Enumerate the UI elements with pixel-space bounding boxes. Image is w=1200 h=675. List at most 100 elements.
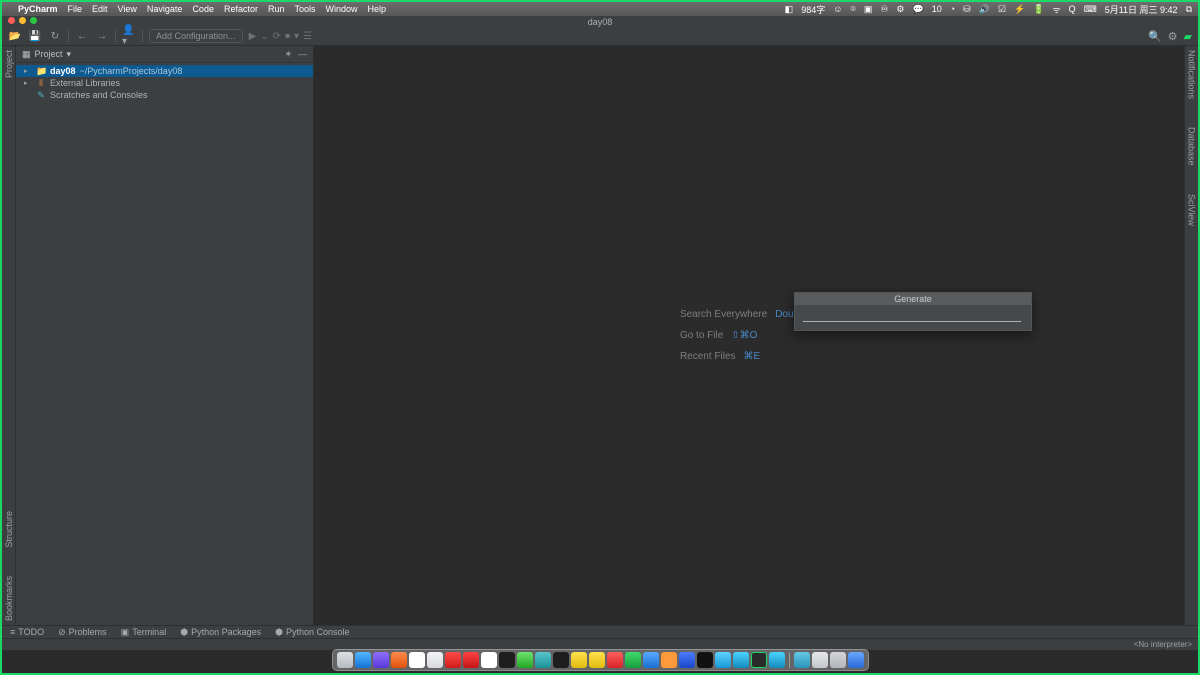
dock-app-terminal[interactable] [553, 652, 569, 668]
dock-app[interactable] [463, 652, 479, 668]
status-icon[interactable]: ⌾ [850, 4, 855, 15]
menu-run[interactable]: Run [268, 4, 285, 14]
control-center-icon[interactable]: ⧉ [1186, 4, 1192, 15]
save-icon[interactable]: 💾 [28, 29, 42, 43]
volume-icon[interactable]: 🔊 [979, 4, 990, 15]
tool-tab-structure[interactable]: Structure [4, 511, 14, 548]
nav-back-icon[interactable]: ← [75, 29, 89, 43]
dock-app-trash[interactable] [848, 652, 864, 668]
run-icon[interactable]: ▶ [249, 31, 257, 42]
nav-forward-icon[interactable]: → [95, 29, 109, 43]
tab-python-console[interactable]: ⬢Python Console [275, 627, 349, 638]
dock-app[interactable] [427, 652, 443, 668]
generate-search-input[interactable] [803, 320, 1021, 322]
tab-todo[interactable]: ≡TODO [10, 627, 44, 637]
expand-icon[interactable]: ▸ [24, 79, 32, 87]
status-icon[interactable]: ♾ [880, 4, 888, 15]
dock-app-sublime[interactable] [661, 652, 677, 668]
menu-code[interactable]: Code [192, 4, 214, 14]
spotlight-icon[interactable]: Q [1069, 4, 1076, 14]
wifi-icon[interactable]: ᯤ [1052, 3, 1060, 16]
dock-app-wechat[interactable] [517, 652, 533, 668]
tab-terminal[interactable]: ▣Terminal [121, 627, 167, 638]
dock-app[interactable] [445, 652, 461, 668]
dock-app[interactable] [355, 652, 371, 668]
menu-navigate[interactable]: Navigate [147, 4, 183, 14]
status-icon[interactable]: ▣ [864, 4, 873, 15]
dock-app[interactable] [679, 652, 695, 668]
stop-icon[interactable]: ☰ [303, 31, 312, 42]
panel-hide-icon[interactable]: — [298, 49, 307, 60]
dock-app-pycharm[interactable] [751, 652, 767, 668]
project-tree[interactable]: ▸ 📁 day08 ~/PycharmProjects/day08 ▸ ⫴ Ex… [16, 63, 313, 103]
run-config-selector[interactable]: Add Configuration... [149, 29, 243, 43]
status-charcount[interactable]: 984字 [801, 3, 825, 16]
status-icon[interactable]: ◔ [950, 4, 955, 14]
chevron-down-icon[interactable]: ▾ [67, 49, 72, 60]
menu-refactor[interactable]: Refactor [224, 4, 258, 14]
tool-tab-sciview[interactable]: SciView [1187, 194, 1197, 226]
menu-edit[interactable]: Edit [92, 4, 108, 14]
tree-row-scratches[interactable]: ✎ Scratches and Consoles [16, 89, 313, 101]
status-icon[interactable]: ☺ [833, 4, 842, 14]
tool-tab-bookmarks[interactable]: Bookmarks [4, 576, 14, 621]
dock-app[interactable] [830, 652, 846, 668]
settings-icon[interactable]: ⚙ [1168, 30, 1178, 43]
dock-app[interactable] [571, 652, 587, 668]
dock-app[interactable] [607, 652, 623, 668]
profile-icon[interactable]: ⏺ [285, 31, 290, 42]
more-run-icon[interactable]: ▾ [294, 31, 299, 42]
dock-app[interactable] [499, 652, 515, 668]
dock-app[interactable] [715, 652, 731, 668]
debug-icon[interactable]: ⌄ [260, 31, 268, 42]
search-icon[interactable]: 🔍 [1148, 30, 1162, 43]
menu-file[interactable]: File [68, 4, 83, 14]
status-icon[interactable]: ⚡ [1014, 4, 1025, 15]
status-icon[interactable]: ☑ [998, 4, 1006, 15]
dock-app[interactable] [589, 652, 605, 668]
tool-tab-project[interactable]: Project [4, 50, 14, 78]
expand-icon[interactable]: ▸ [24, 67, 32, 75]
dock-app-chrome[interactable] [409, 652, 425, 668]
interpreter-status[interactable]: <No interpreter> [1134, 640, 1192, 649]
clock[interactable]: 5月11日 周三 9:42 [1105, 3, 1178, 16]
dock-app[interactable] [769, 652, 785, 668]
zoom-window-button[interactable] [30, 17, 37, 24]
tab-problems[interactable]: ⊘Problems [58, 627, 107, 638]
tab-python-packages[interactable]: ⬢Python Packages [180, 627, 261, 638]
tool-tab-notifications[interactable]: Notifications [1187, 50, 1197, 99]
dock-app-finder[interactable] [337, 652, 353, 668]
tool-tab-database[interactable]: Database [1187, 127, 1197, 166]
tree-row-external-libraries[interactable]: ▸ ⫴ External Libraries [16, 77, 313, 89]
status-icon[interactable]: ◧ [785, 4, 794, 15]
battery-icon[interactable]: 🔋 [1033, 4, 1044, 15]
status-icon[interactable]: ⚙ [896, 4, 904, 15]
indicator-icon[interactable]: ▰ [1184, 30, 1192, 43]
dock-app[interactable] [643, 652, 659, 668]
dock-app[interactable] [625, 652, 641, 668]
input-source-icon[interactable]: ⌨ [1084, 4, 1097, 15]
dock-app[interactable] [794, 652, 810, 668]
menu-window[interactable]: Window [326, 4, 358, 14]
dock-app-downloads[interactable] [812, 652, 828, 668]
dock-app[interactable] [733, 652, 749, 668]
menu-tools[interactable]: Tools [294, 4, 315, 14]
menu-help[interactable]: Help [368, 4, 387, 14]
dock-app-calendar[interactable] [481, 652, 497, 668]
open-icon[interactable]: 📂 [8, 29, 22, 43]
coverage-icon[interactable]: ⟳ [273, 31, 281, 42]
app-name[interactable]: PyCharm [18, 4, 58, 14]
reload-icon[interactable]: ↻ [48, 29, 62, 43]
close-window-button[interactable] [8, 17, 15, 24]
dock-app[interactable] [697, 652, 713, 668]
status-icon[interactable]: ⛁ [963, 4, 971, 15]
tree-row-project-root[interactable]: ▸ 📁 day08 ~/PycharmProjects/day08 [16, 65, 313, 77]
minimize-window-button[interactable] [19, 17, 26, 24]
user-dropdown-icon[interactable]: 👤▾ [122, 29, 136, 43]
wechat-icon[interactable]: 💬 [913, 4, 924, 15]
dock-app[interactable] [535, 652, 551, 668]
menu-view[interactable]: View [118, 4, 137, 14]
dock-app-firefox[interactable] [391, 652, 407, 668]
dock-app[interactable] [373, 652, 389, 668]
panel-settings-icon[interactable]: ✶ [284, 49, 292, 60]
